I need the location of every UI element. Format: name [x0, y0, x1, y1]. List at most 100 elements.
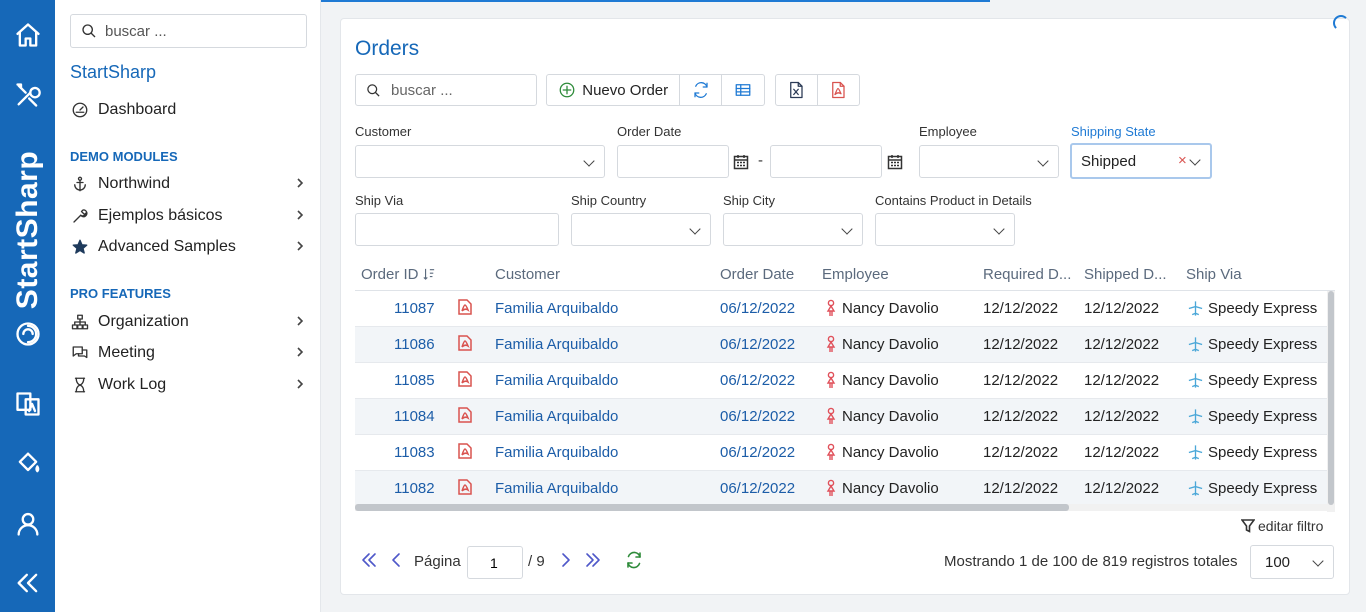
section-header-demo: DEMO MODULES — [70, 149, 178, 164]
refresh-icon — [694, 82, 708, 98]
grid-search[interactable] — [355, 74, 537, 106]
orders-grid: Order ID Customer Order Date Employee Re… — [355, 260, 1335, 512]
pdf-icon[interactable] — [458, 335, 472, 355]
sidebar-search-input[interactable] — [105, 22, 285, 40]
order-date-start-input[interactable] — [617, 145, 729, 178]
order-id-cell[interactable]: 11086 — [394, 336, 435, 353]
contains-product-filter-select[interactable] — [875, 213, 1015, 246]
new-order-button[interactable]: Nuevo Order — [547, 75, 681, 105]
order-date-cell[interactable]: 06/12/2022 — [720, 372, 795, 389]
order-date-cell[interactable]: 06/12/2022 — [720, 444, 795, 461]
table-row[interactable]: 11087 Familia Arquibaldo 06/12/2022 Nancy D… — [355, 291, 1327, 327]
ship-via-filter-input[interactable] — [355, 213, 559, 246]
page-title: Orders — [355, 37, 420, 60]
table-row[interactable]: 11082 Familia Arquibaldo 06/12/2022 Nancy D… — [355, 471, 1327, 507]
female-icon — [826, 335, 836, 357]
customer-filter-select[interactable] — [355, 145, 605, 178]
ship-country-filter-select[interactable] — [571, 213, 711, 246]
translate-icon[interactable] — [0, 384, 55, 424]
customer-cell[interactable]: Familia Arquibaldo — [495, 408, 618, 425]
customer-cell[interactable]: Familia Arquibaldo — [495, 300, 618, 317]
ship-city-filter-select[interactable] — [723, 213, 863, 246]
sidebar-item-organization[interactable]: Organization — [70, 309, 315, 335]
pager-refresh-icon[interactable] — [625, 551, 643, 572]
female-icon — [826, 371, 836, 393]
pdf-icon[interactable] — [458, 299, 472, 319]
customer-cell[interactable]: Familia Arquibaldo — [495, 444, 618, 461]
order-id-cell[interactable]: 11087 — [394, 300, 435, 317]
hourglass-icon — [70, 375, 90, 395]
column-header-shipped-date[interactable]: Shipped D... — [1084, 266, 1167, 283]
pdf-icon[interactable] — [458, 407, 472, 427]
tools-icon[interactable] — [0, 75, 55, 115]
order-date-end-input[interactable] — [770, 145, 882, 178]
pdf-export-button[interactable] — [818, 75, 860, 105]
date-range-separator: - — [758, 152, 763, 169]
excel-export-button[interactable] — [776, 75, 818, 105]
sidebar-item-northwind[interactable]: Northwind — [70, 171, 315, 197]
customer-cell[interactable]: Familia Arquibaldo — [495, 480, 618, 497]
order-date-cell[interactable]: 06/12/2022 — [720, 408, 795, 425]
order-id-cell[interactable]: 11083 — [394, 444, 435, 461]
sidebar-search[interactable] — [70, 14, 307, 48]
female-icon — [826, 443, 836, 465]
calendar-icon[interactable] — [887, 154, 903, 170]
prev-page-icon[interactable] — [387, 551, 405, 572]
grid-horizontal-scrollbar[interactable] — [355, 504, 1328, 511]
column-header-employee[interactable]: Employee — [822, 266, 889, 283]
column-header-order-id[interactable]: Order ID — [361, 266, 435, 283]
shipped-date-cell: 12/12/2022 — [1084, 300, 1160, 317]
column-header-order-date[interactable]: Order Date — [720, 266, 794, 283]
column-header-required-date[interactable]: Required D... — [983, 266, 1071, 283]
page-size-select[interactable]: 100 — [1250, 545, 1334, 579]
order-date-cell[interactable]: 06/12/2022 — [720, 300, 795, 317]
table-row[interactable]: 11084 Familia Arquibaldo 06/12/2022 Nancy D… — [355, 399, 1327, 435]
table-row[interactable]: 11086 Familia Arquibaldo 06/12/2022 Nancy D… — [355, 327, 1327, 363]
sidebar-item-advanced-samples[interactable]: Advanced Samples — [70, 234, 315, 260]
order-date-cell[interactable]: 06/12/2022 — [720, 336, 795, 353]
grid-search-input[interactable] — [391, 81, 531, 99]
order-id-cell[interactable]: 11084 — [394, 408, 435, 425]
table-row[interactable]: 11083 Familia Arquibaldo 06/12/2022 Nancy D… — [355, 435, 1327, 471]
shipping-state-filter-select[interactable]: Shipped × — [1070, 143, 1212, 179]
edit-filter-link[interactable]: editar filtro — [1241, 518, 1323, 534]
sidebar-item-label: Advanced Samples — [98, 238, 236, 255]
ship-via-cell: Speedy Express — [1208, 408, 1318, 425]
customer-cell[interactable]: Familia Arquibaldo — [495, 336, 618, 353]
order-id-cell[interactable]: 11085 — [394, 372, 435, 389]
grid-header: Order ID Customer Order Date Employee Re… — [355, 260, 1335, 291]
clear-icon[interactable]: × — [1178, 152, 1187, 169]
column-header-customer[interactable]: Customer — [495, 266, 560, 283]
order-id-cell[interactable]: 11082 — [394, 480, 435, 497]
contains-product-filter-label: Contains Product in Details — [875, 193, 1032, 208]
sidebar-item-label: Dashboard — [98, 101, 177, 118]
collapse-icon[interactable] — [0, 563, 55, 603]
sidebar-item-dashboard[interactable]: Dashboard — [70, 97, 315, 123]
last-page-icon[interactable] — [584, 551, 602, 572]
pager-status: Mostrando 1 de 100 de 819 registros tota… — [944, 553, 1238, 570]
customer-cell[interactable]: Familia Arquibaldo — [495, 372, 618, 389]
pdf-icon[interactable] — [458, 443, 472, 463]
employee-filter-select[interactable] — [919, 145, 1059, 178]
sidebar-item-work-log[interactable]: Work Log — [70, 372, 315, 398]
paint-bucket-icon[interactable] — [0, 443, 55, 483]
required-date-cell: 12/12/2022 — [983, 336, 1059, 353]
order-date-cell[interactable]: 06/12/2022 — [720, 480, 795, 497]
grid-vertical-scrollbar[interactable] — [1327, 291, 1335, 512]
user-icon[interactable] — [0, 504, 55, 544]
page-number-input[interactable] — [467, 546, 523, 579]
sidebar-item-meeting[interactable]: Meeting — [70, 340, 315, 366]
female-icon — [826, 479, 836, 501]
pdf-icon[interactable] — [458, 479, 472, 499]
sort-desc-icon — [423, 268, 434, 280]
table-row[interactable]: 11085 Familia Arquibaldo 06/12/2022 Nancy D… — [355, 363, 1327, 399]
calendar-icon[interactable] — [733, 154, 749, 170]
home-icon[interactable] — [0, 15, 55, 55]
next-page-icon[interactable] — [557, 551, 575, 572]
column-header-ship-via[interactable]: Ship Via — [1186, 266, 1242, 283]
pdf-icon[interactable] — [458, 371, 472, 391]
sidebar-item-basic-samples[interactable]: Ejemplos básicos — [70, 203, 315, 229]
refresh-button[interactable] — [680, 75, 723, 105]
column-picker-button[interactable] — [722, 75, 764, 105]
first-page-icon[interactable] — [360, 551, 378, 572]
